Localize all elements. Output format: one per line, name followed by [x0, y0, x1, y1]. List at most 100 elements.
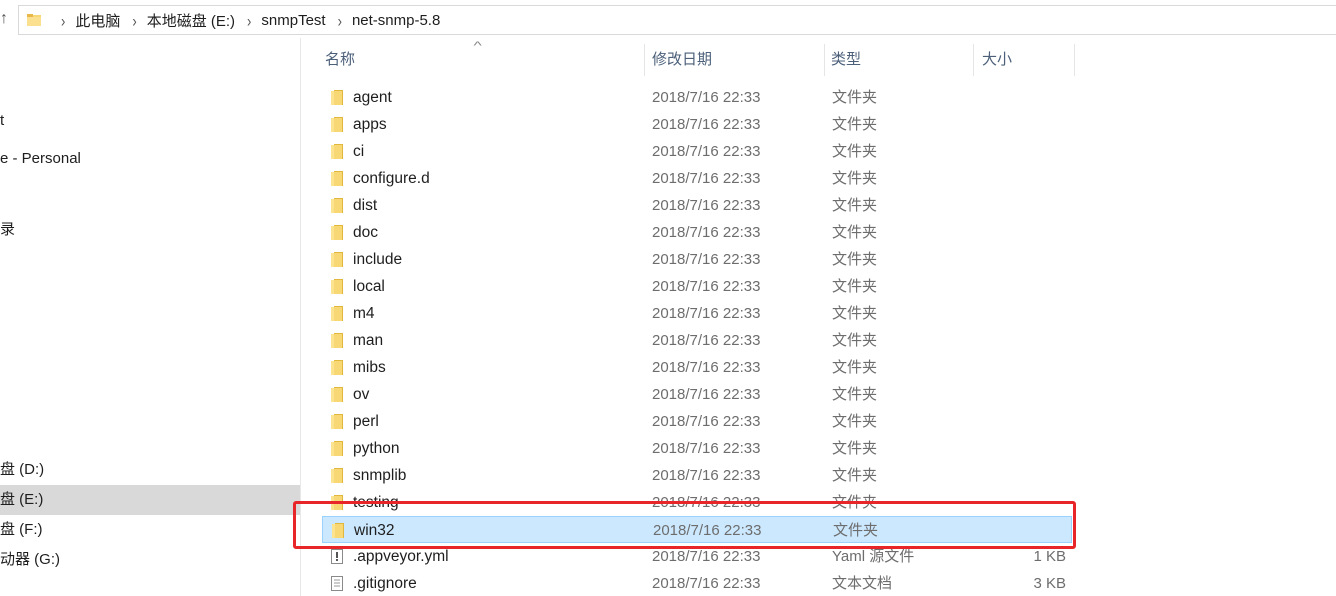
file-type: 文件夹: [832, 197, 878, 214]
file-date: 2018/7/16 22:33: [652, 359, 761, 376]
file-date: 2018/7/16 22:33: [653, 522, 762, 539]
column-header-row: ^ 名称 修改日期 类型 大小: [301, 40, 1336, 78]
file-row[interactable]: doc 2018/7/16 22:33 文件夹: [322, 219, 1072, 246]
nav-item-1[interactable]: t: [0, 106, 300, 136]
file-date: 2018/7/16 22:33: [652, 386, 761, 403]
file-row[interactable]: .gitignore 2018/7/16 22:33 文本文档 3 KB: [322, 570, 1072, 596]
file-row[interactable]: snmplib 2018/7/16 22:33 文件夹: [322, 462, 1072, 489]
column-divider[interactable]: [1074, 44, 1075, 76]
file-type: 文件夹: [832, 278, 878, 295]
file-type: 文件夹: [832, 251, 878, 268]
file-row[interactable]: python 2018/7/16 22:33 文件夹: [322, 435, 1072, 462]
file-date: 2018/7/16 22:33: [652, 116, 761, 133]
file-name[interactable]: .gitignore: [353, 570, 417, 596]
file-name[interactable]: win32: [354, 517, 395, 544]
chevron-right-icon[interactable]: ›: [61, 10, 65, 30]
chevron-right-icon[interactable]: ›: [338, 10, 342, 30]
file-name[interactable]: perl: [353, 408, 379, 435]
file-date: 2018/7/16 22:33: [652, 413, 761, 430]
file-name[interactable]: testing: [353, 489, 399, 516]
file-date: 2018/7/16 22:33: [652, 305, 761, 322]
file-name[interactable]: doc: [353, 219, 378, 246]
file-date: 2018/7/16 22:33: [652, 251, 761, 268]
folder-icon: [330, 197, 344, 214]
file-date: 2018/7/16 22:33: [652, 89, 761, 106]
breadcrumb-item[interactable]: snmpTest: [261, 12, 325, 29]
file-row[interactable]: local 2018/7/16 22:33 文件夹: [322, 273, 1072, 300]
file-date: 2018/7/16 22:33: [652, 440, 761, 457]
file-type: 文件夹: [832, 143, 878, 160]
file-name[interactable]: agent: [353, 84, 392, 111]
nav-item-drive-g[interactable]: 动器 (G:): [0, 545, 300, 575]
file-type: 文件夹: [832, 89, 878, 106]
file-row[interactable]: perl 2018/7/16 22:33 文件夹: [322, 408, 1072, 435]
file-type: 文件夹: [832, 170, 878, 187]
text-file-icon: [330, 575, 344, 592]
breadcrumb-item[interactable]: 本地磁盘 (E:): [147, 10, 235, 31]
file-name[interactable]: configure.d: [353, 165, 430, 192]
file-name[interactable]: man: [353, 327, 383, 354]
file-name[interactable]: apps: [353, 111, 387, 138]
file-name[interactable]: m4: [353, 300, 375, 327]
file-row[interactable]: testing 2018/7/16 22:33 文件夹: [322, 489, 1072, 516]
file-row[interactable]: ov 2018/7/16 22:33 文件夹: [322, 381, 1072, 408]
breadcrumb[interactable]: › 此电脑 › 本地磁盘 (E:) › snmpTest › net-snmp-5.8: [18, 5, 1336, 35]
file-name[interactable]: mibs: [353, 354, 386, 381]
folder-icon: [330, 494, 344, 511]
file-row[interactable]: dist 2018/7/16 22:33 文件夹: [322, 192, 1072, 219]
file-row[interactable]: apps 2018/7/16 22:33 文件夹: [322, 111, 1072, 138]
nav-item-3[interactable]: 录: [0, 215, 300, 245]
file-type: 文件夹: [832, 224, 878, 241]
chevron-right-icon[interactable]: ›: [247, 10, 251, 30]
file-name[interactable]: local: [353, 273, 385, 300]
file-type: Yaml 源文件: [832, 548, 915, 565]
file-row[interactable]: win32 2018/7/16 22:33 文件夹: [322, 516, 1072, 543]
folder-icon: [330, 467, 344, 484]
folder-icon: [330, 278, 344, 295]
nav-item-label: 盘 (E:): [0, 491, 44, 508]
column-header-date[interactable]: 修改日期: [628, 42, 808, 76]
file-row[interactable]: configure.d 2018/7/16 22:33 文件夹: [322, 165, 1072, 192]
file-type: 文件夹: [832, 440, 878, 457]
folder-icon: [330, 332, 344, 349]
file-name[interactable]: .appveyor.yml: [353, 543, 449, 570]
breadcrumb-item[interactable]: 此电脑: [75, 10, 120, 31]
file-date: 2018/7/16 22:33: [652, 332, 761, 349]
file-row[interactable]: m4 2018/7/16 22:33 文件夹: [322, 300, 1072, 327]
file-row[interactable]: agent 2018/7/16 22:33 文件夹: [322, 84, 1072, 111]
file-row[interactable]: include 2018/7/16 22:33 文件夹: [322, 246, 1072, 273]
column-header-size[interactable]: 大小: [958, 42, 1058, 76]
file-date: 2018/7/16 22:33: [652, 575, 761, 592]
file-name[interactable]: python: [353, 435, 400, 462]
column-header-type[interactable]: 类型: [807, 42, 957, 76]
file-type: 文件夹: [832, 359, 878, 376]
address-bar: ↑ › 此电脑 › 本地磁盘 (E:) › snmpTest › net-snmp-5.8: [0, 0, 1336, 38]
folder-icon: [330, 89, 344, 106]
column-header-name[interactable]: 名称: [301, 42, 645, 76]
file-date: 2018/7/16 22:33: [652, 548, 761, 565]
nav-item-onedrive-personal[interactable]: e - Personal: [0, 144, 300, 174]
file-name[interactable]: include: [353, 246, 402, 273]
file-name[interactable]: dist: [353, 192, 377, 219]
nav-item-drive-e[interactable]: 盘 (E:): [0, 485, 300, 515]
yaml-file-icon: [330, 548, 344, 565]
file-row[interactable]: man 2018/7/16 22:33 文件夹: [322, 327, 1072, 354]
file-name[interactable]: snmplib: [353, 462, 406, 489]
file-name[interactable]: ci: [353, 138, 364, 165]
file-row[interactable]: mibs 2018/7/16 22:33 文件夹: [322, 354, 1072, 381]
file-name[interactable]: ov: [353, 381, 369, 408]
nav-item-drive-d[interactable]: 盘 (D:): [0, 455, 300, 485]
file-size: 3 KB: [1033, 575, 1066, 592]
file-type: 文件夹: [832, 332, 878, 349]
file-row[interactable]: .appveyor.yml 2018/7/16 22:33 Yaml 源文件 1 KB: [322, 543, 1072, 570]
up-arrow-icon[interactable]: ↑: [0, 9, 12, 29]
file-type: 文件夹: [832, 386, 878, 403]
folder-icon: [330, 386, 344, 403]
file-date: 2018/7/16 22:33: [652, 170, 761, 187]
file-row[interactable]: ci 2018/7/16 22:33 文件夹: [322, 138, 1072, 165]
breadcrumb-item[interactable]: net-snmp-5.8: [352, 12, 440, 29]
folder-icon: [330, 224, 344, 241]
nav-item-drive-f[interactable]: 盘 (F:): [0, 515, 300, 545]
chevron-right-icon[interactable]: ›: [132, 10, 136, 30]
pane-splitter[interactable]: [300, 38, 301, 596]
